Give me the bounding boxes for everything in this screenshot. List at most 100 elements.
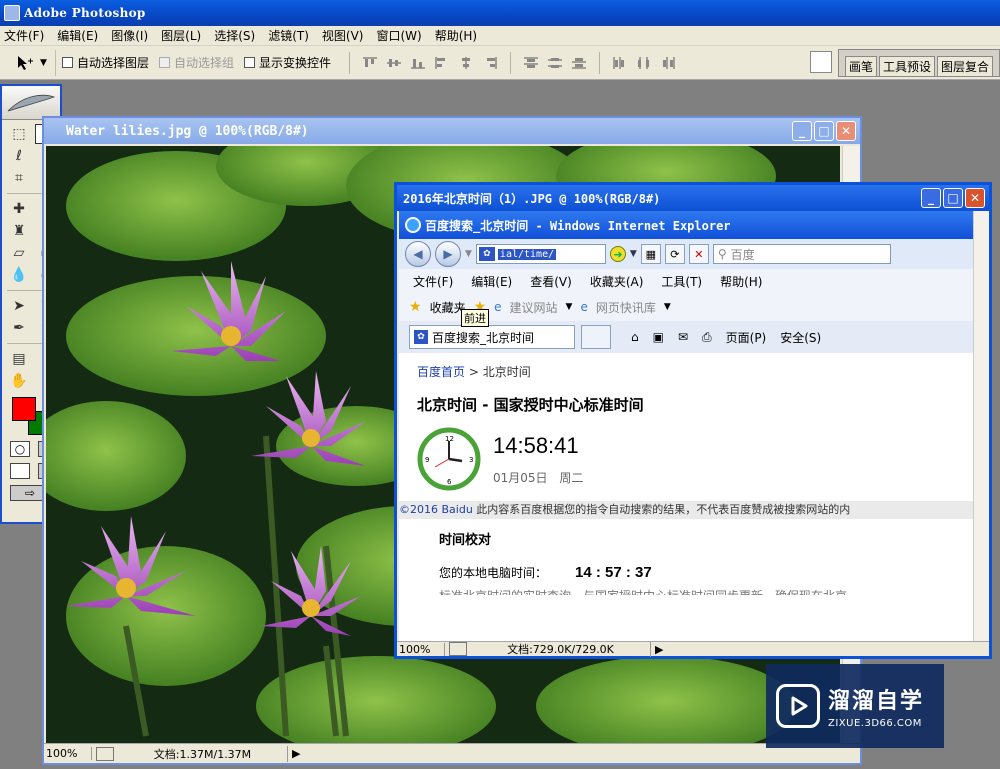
palette-tab-tool-presets[interactable]: 工具预设 (879, 56, 936, 76)
minimize-button[interactable]: _ (792, 121, 812, 141)
image-canvas[interactable]: 百度搜索_北京时间 - Windows Internet Explorer ◀ … (399, 211, 977, 643)
align-top-icon[interactable] (362, 56, 378, 70)
path-selection-tool-icon[interactable]: ➤ (7, 296, 31, 316)
menu-view[interactable]: 视图(V) (322, 27, 364, 44)
menu-help[interactable]: 帮助(H) (435, 27, 477, 44)
document-titlebar[interactable]: 2016年北京时间（1）.JPG @ 100%(RGB/8#) _ □ ✕ (397, 185, 989, 211)
maximize-button[interactable]: □ (814, 121, 834, 141)
vertical-scrollbar[interactable] (973, 211, 989, 643)
checkbox-box[interactable] (244, 57, 256, 68)
breadcrumb-current: 北京时间 (482, 365, 531, 379)
tool-preset-picker[interactable]: ▼ (6, 49, 56, 76)
ie-menu-tools: 工具(T) (661, 274, 703, 289)
pen-tool-icon[interactable]: ✒ (7, 318, 31, 338)
svg-text:3: 3 (469, 456, 473, 464)
zoom-level[interactable]: 100% (44, 747, 92, 760)
menu-edit[interactable]: 编辑(E) (57, 27, 98, 44)
menu-filter[interactable]: 滤镜(T) (268, 27, 309, 44)
ie-menu-view: 查看(V) (530, 274, 572, 289)
align-bottom-icon[interactable] (410, 56, 426, 70)
ie-menu-bar: 文件(F) 编辑(E) 查看(V) 收藏夹(A) 工具(T) 帮助(H) (399, 269, 977, 293)
blur-tool-icon[interactable]: 💧 (7, 265, 31, 285)
toolbox-header[interactable] (2, 86, 60, 120)
truncated-description: 标准北京时间的实时查询，与国家授时中心标准时间同步更新，确保现在北京 (439, 587, 977, 595)
auto-select-group-checkbox[interactable]: 自动选择组 (159, 54, 234, 71)
status-menu-arrow-icon[interactable]: ▶ (655, 643, 663, 656)
document-titlebar[interactable]: Water lilies.jpg @ 100%(RGB/8#) _ □ ✕ (44, 118, 860, 144)
home-icon: ⌂ (631, 330, 639, 344)
close-button[interactable]: ✕ (965, 188, 985, 208)
ie-menu-favorites: 收藏夹(A) (589, 274, 644, 289)
distribute-vcenter-icon[interactable] (547, 56, 563, 70)
date-line: 01月05日 周二 (493, 469, 583, 486)
distribute-hcenter-icon[interactable] (636, 56, 652, 70)
menu-file[interactable]: 文件(F) (4, 27, 44, 44)
move-tool-icon (18, 55, 33, 70)
align-left-icon[interactable] (434, 56, 450, 70)
calibration-title: 时间校对 (439, 533, 492, 548)
palette-tab-layer-comps[interactable]: 图层复合 (937, 56, 994, 76)
align-right-icon[interactable] (482, 56, 498, 70)
status-menu-arrow-icon[interactable]: ▶ (292, 747, 300, 760)
document-size-info: 文档:729.0K/729.0K (471, 641, 651, 657)
document-status-bar: 100% 文档:729.0K/729.0K ▶ (397, 641, 989, 657)
distribute-top-icon[interactable] (523, 56, 539, 70)
mail-icon: ✉ (677, 330, 689, 344)
status-options-icon[interactable] (449, 642, 467, 656)
menu-layer[interactable]: 图层(L) (161, 27, 201, 44)
current-time: 14:58:41 (493, 432, 579, 458)
back-button: ◀ (405, 241, 431, 267)
foreground-color-swatch[interactable] (12, 397, 36, 421)
favorites-star-icon: ★ (409, 299, 422, 315)
ie-new-tab-button (581, 325, 611, 349)
go-icon: ➜ (609, 246, 626, 262)
minimize-button[interactable]: _ (921, 188, 941, 208)
maximize-button[interactable]: □ (943, 188, 963, 208)
menu-bar: 文件(F) 编辑(E) 图像(I) 图层(L) 选择(S) 滤镜(T) 视图(V… (0, 26, 1000, 46)
copyright-brand: ©2016 Baidu (399, 503, 473, 516)
marquee-tool-icon[interactable]: ⬚ (7, 124, 31, 144)
distribute-right-icon[interactable] (660, 56, 676, 70)
align-hcenter-icon[interactable] (458, 56, 474, 70)
ie-tab-active: ✿ 百度搜索_北京时间 (409, 325, 575, 349)
clock-row: 12 3 6 9 14:58:41 01月05日 周二 (417, 427, 977, 491)
crop-tool-icon[interactable]: ⌗ (7, 168, 31, 188)
distribute-bottom-icon[interactable] (571, 56, 587, 70)
eraser-tool-icon[interactable]: ▱ (7, 243, 31, 263)
ie-titlebar: 百度搜索_北京时间 - Windows Internet Explorer (399, 211, 977, 239)
status-options-icon[interactable] (96, 746, 114, 761)
menu-image[interactable]: 图像(I) (111, 27, 148, 44)
align-vcenter-icon[interactable] (386, 56, 402, 70)
checkbox-box[interactable] (159, 57, 171, 68)
standard-screen-button[interactable] (10, 463, 30, 479)
feather-icon (7, 94, 56, 111)
separator (599, 51, 601, 74)
zoom-level[interactable]: 100% (397, 642, 445, 656)
auto-select-layer-checkbox[interactable]: 自动选择图层 (62, 54, 149, 71)
ie-tab-label: 百度搜索_北京时间 (432, 330, 535, 345)
hand-tool-icon[interactable]: ✋ (7, 371, 31, 391)
distribute-left-icon[interactable] (612, 56, 628, 70)
menu-window[interactable]: 窗口(W) (376, 27, 421, 44)
clone-stamp-tool-icon[interactable]: ♜ (7, 221, 31, 241)
ie-address-row: ◀ ▶ ▼ ✿ ial/time/ ➜ ▼ ▦ ⟳ ✕ ⚲ 百度 (399, 239, 977, 269)
menu-select[interactable]: 选择(S) (214, 27, 255, 44)
separator (349, 51, 351, 74)
standard-mode-button[interactable]: ○ (10, 441, 30, 457)
close-button[interactable]: ✕ (836, 121, 856, 141)
lasso-tool-icon[interactable]: ℓ (7, 146, 31, 166)
auto-select-layer-label: 自动选择图层 (77, 56, 150, 70)
notes-tool-icon[interactable]: ▤ (7, 349, 31, 369)
baidu-paw-icon: ✿ (414, 330, 428, 344)
show-transform-checkbox[interactable]: 显示变换控件 (244, 54, 331, 71)
checkbox-box[interactable] (62, 57, 73, 68)
dropdown-arrow-icon: ▼ (565, 302, 573, 312)
file-browser-icon[interactable] (810, 51, 832, 73)
baidu-paw-icon: ✿ (478, 247, 495, 261)
healing-brush-tool-icon[interactable]: ✚ (7, 199, 31, 219)
address-bar: ✿ ial/time/ (475, 244, 606, 264)
palette-tab-brushes[interactable]: 画笔 (845, 56, 878, 76)
address-text: ial/time/ (497, 248, 557, 260)
auto-select-group-label: 自动选择组 (174, 56, 235, 70)
document-status-bar: 100% 文档:1.37M/1.37M ▶ (44, 743, 860, 763)
